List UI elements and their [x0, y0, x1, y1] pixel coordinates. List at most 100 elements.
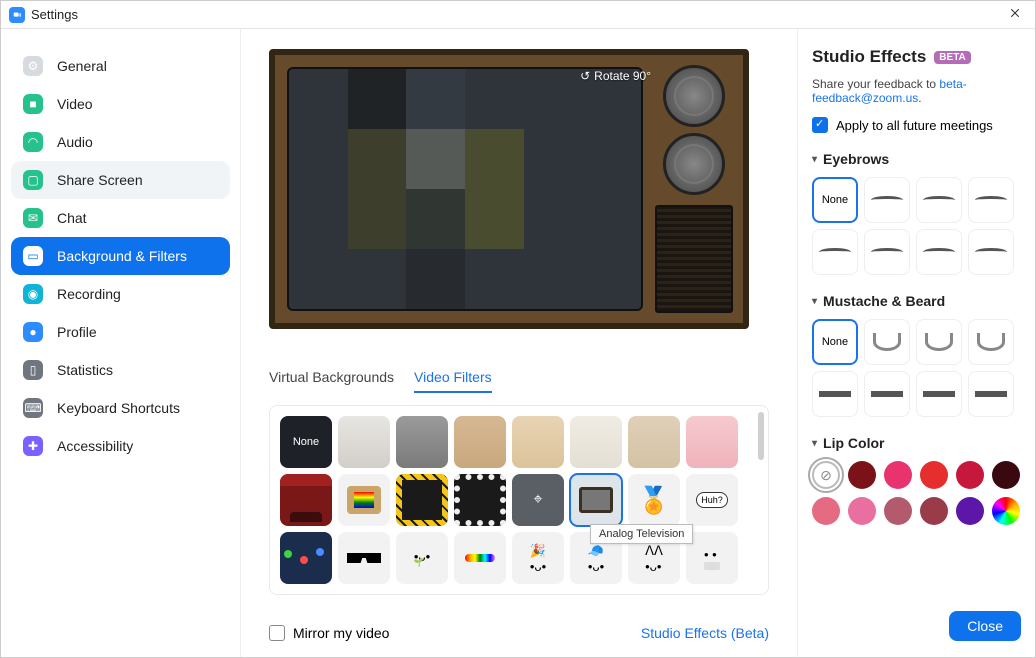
checkbox-checked-icon	[812, 117, 828, 133]
filter-tan[interactable]	[454, 416, 506, 468]
sidebar-item-chat[interactable]: ✉Chat	[11, 199, 230, 237]
filter-target-frame[interactable]: ⌖	[512, 474, 564, 526]
sidebar-item-profile[interactable]: ●Profile	[11, 313, 230, 351]
mustache-beard-grid: None	[812, 319, 1021, 417]
beard-option-6[interactable]	[916, 371, 962, 417]
sidebar-item-label: Statistics	[57, 362, 113, 378]
window-close-button[interactable]	[1003, 5, 1027, 24]
lip-color-none[interactable]	[812, 461, 840, 489]
lip-color-swatch[interactable]	[884, 461, 912, 489]
section-mustache-beard[interactable]: ▾ Mustache & Beard	[812, 293, 1021, 309]
apply-future-checkbox[interactable]: Apply to all future meetings	[812, 117, 1021, 133]
beard-option-5[interactable]	[864, 371, 910, 417]
eyebrow-option-3[interactable]	[968, 177, 1014, 223]
filter-tooltip: Analog Television	[590, 524, 693, 544]
lip-color-swatch[interactable]	[920, 497, 948, 525]
eyebrow-icon	[871, 248, 903, 256]
person-icon: ●	[23, 322, 43, 342]
studio-effects-link[interactable]: Studio Effects (Beta)	[641, 625, 769, 641]
filter-cream[interactable]	[570, 416, 622, 468]
beard-icon	[873, 333, 901, 351]
mirror-video-checkbox[interactable]: Mirror my video	[269, 625, 389, 641]
video-icon: ■	[23, 94, 43, 114]
sidebar-item-label: Recording	[57, 286, 121, 302]
close-icon	[1009, 7, 1021, 19]
sidebar-item-statistics[interactable]: ▯Statistics	[11, 351, 230, 389]
filter-mask[interactable]: • •	[686, 532, 738, 584]
feedback-text: Share your feedback to beta-feedback@zoo…	[812, 77, 1021, 105]
eyebrow-option-4[interactable]	[812, 229, 858, 275]
filter-rainbow[interactable]	[454, 532, 506, 584]
lip-color-swatch[interactable]	[920, 461, 948, 489]
lip-color-picker[interactable]	[992, 497, 1020, 525]
eyebrow-option-5[interactable]	[864, 229, 910, 275]
section-eyebrows[interactable]: ▾ Eyebrows	[812, 151, 1021, 167]
filter-speech-huh[interactable]: Huh?	[686, 474, 738, 526]
checkbox-icon	[269, 625, 285, 641]
filter-pixel-shades[interactable]	[338, 532, 390, 584]
rotate-button[interactable]: ↺ Rotate 90°	[580, 69, 651, 83]
tab-virtual-backgrounds[interactable]: Virtual Backgrounds	[269, 369, 394, 393]
sidebar-item-accessibility[interactable]: ✚Accessibility	[11, 427, 230, 465]
beard-none[interactable]: None	[812, 319, 858, 365]
sidebar-item-keyboard-shortcuts[interactable]: ⌨ Keyboard Shortcuts	[11, 389, 230, 427]
lip-color-swatch[interactable]	[848, 461, 876, 489]
filter-pink[interactable]	[686, 416, 738, 468]
eyebrow-none[interactable]: None	[812, 177, 858, 223]
profile-card-icon: ▭	[23, 246, 43, 266]
lip-color-swatch[interactable]	[992, 461, 1020, 489]
sidebar-item-background-filters[interactable]: ▭Background & Filters	[11, 237, 230, 275]
filter-sprout[interactable]: •ᴗ•🌱	[396, 532, 448, 584]
lip-color-grid	[812, 461, 1021, 525]
filter-gray[interactable]	[396, 416, 448, 468]
lip-color-swatch[interactable]	[884, 497, 912, 525]
lip-color-swatch[interactable]	[956, 461, 984, 489]
titlebar: Settings	[1, 1, 1035, 29]
section-lip-color[interactable]: ▾ Lip Color	[812, 435, 1021, 451]
filter-analog-tv[interactable]	[570, 474, 622, 526]
lip-color-swatch[interactable]	[812, 497, 840, 525]
beard-option-7[interactable]	[968, 371, 1014, 417]
filter-none[interactable]: None	[280, 416, 332, 468]
chat-icon: ✉	[23, 208, 43, 228]
filter-string-lights[interactable]	[280, 532, 332, 584]
filter-warm[interactable]	[512, 416, 564, 468]
studio-effects-title: Studio Effects	[812, 47, 926, 67]
scrollbar-thumb[interactable]	[758, 412, 764, 460]
gear-icon: ⚙	[23, 56, 43, 76]
filter-ribbon[interactable]: 🏅	[628, 474, 680, 526]
sidebar-item-recording[interactable]: ◉Recording	[11, 275, 230, 313]
sidebar-item-general[interactable]: ⚙General	[11, 47, 230, 85]
sidebar-item-video[interactable]: ■ Video	[11, 85, 230, 123]
eyebrow-option-2[interactable]	[916, 177, 962, 223]
sidebar-item-share-screen[interactable]: ▢ Share Screen	[11, 161, 230, 199]
sidebar-item-label: Keyboard Shortcuts	[57, 400, 180, 416]
eyebrow-option-1[interactable]	[864, 177, 910, 223]
headphones-icon: ◠	[23, 132, 43, 152]
eyebrow-icon	[923, 248, 955, 256]
share-screen-icon: ▢	[23, 170, 43, 190]
close-button[interactable]: Close	[949, 611, 1021, 641]
beard-option-1[interactable]	[864, 319, 910, 365]
sidebar-item-label: Video	[57, 96, 93, 112]
lip-color-swatch[interactable]	[956, 497, 984, 525]
filter-neutral-1[interactable]	[338, 416, 390, 468]
filter-retro-tv[interactable]	[338, 474, 390, 526]
beard-option-2[interactable]	[916, 319, 962, 365]
tv-knob-icon	[663, 133, 725, 195]
sidebar-item-label: Share Screen	[57, 172, 143, 188]
eyebrow-option-6[interactable]	[916, 229, 962, 275]
filter-theater[interactable]	[280, 474, 332, 526]
beard-option-4[interactable]	[812, 371, 858, 417]
filter-emoji-frame[interactable]	[396, 474, 448, 526]
beard-option-3[interactable]	[968, 319, 1014, 365]
filter-pearl-frame[interactable]	[454, 474, 506, 526]
filter-party-hat[interactable]: 🎉•ᴗ•	[512, 532, 564, 584]
tab-video-filters[interactable]: Video Filters	[414, 369, 492, 393]
keyboard-icon: ⌨	[23, 398, 43, 418]
filter-beige[interactable]	[628, 416, 680, 468]
sidebar-item-audio[interactable]: ◠Audio	[11, 123, 230, 161]
lip-color-swatch[interactable]	[848, 497, 876, 525]
eyebrow-option-7[interactable]	[968, 229, 1014, 275]
rotate-icon: ↺	[580, 69, 590, 83]
